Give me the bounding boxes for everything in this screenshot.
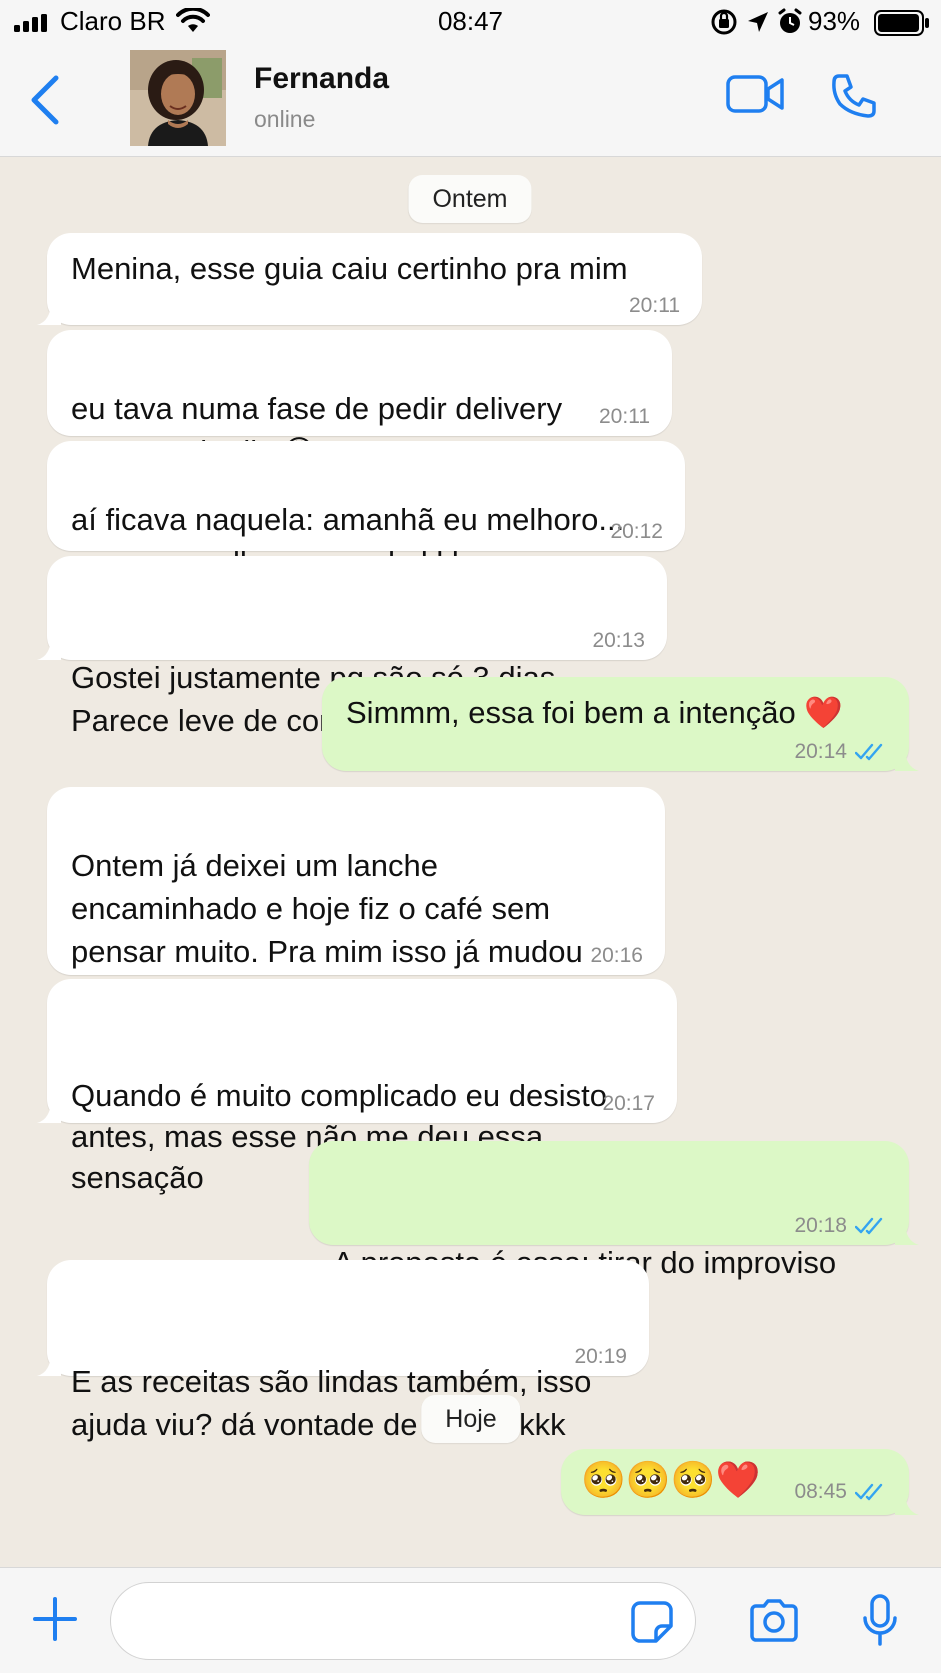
contact-status: online [254,106,316,132]
contact-name[interactable]: Fernanda [254,62,389,96]
message-bubble-incoming[interactable]: aí ficava naquela: amanhã eu melhoro... … [47,441,685,580]
bubble-tail [895,1221,919,1245]
message-bubble-incoming[interactable]: Gostei justamente pq são só 3 dias. Pare… [37,556,667,738]
orientation-lock-icon [711,9,737,35]
voice-call-button[interactable] [830,72,878,120]
video-call-button[interactable] [726,74,786,114]
plus-icon [33,1597,77,1641]
chat-area[interactable]: Ontem Menina, esse guia caiu certinho pr… [0,157,941,1567]
avatar[interactable] [130,50,226,146]
camera-button[interactable] [748,1598,800,1642]
message-time: 20:19 [574,1345,627,1368]
message-text: Menina, esse guia caiu certinho pra mim [71,251,628,286]
double-check-icon [855,1217,883,1235]
phone-icon [832,74,876,118]
message-bubble-outgoing[interactable]: A proposta é essa: tirar do improviso se… [309,1141,919,1323]
message-text: E as receitas são lindas também, isso aj… [71,1364,592,1442]
input-bar [0,1567,941,1673]
status-bar: Claro BR 08:47 93% [0,0,941,44]
bubble-tail [37,636,61,660]
message-time: 20:11 [599,405,650,428]
message-time: 20:12 [610,520,663,543]
microphone-button[interactable] [862,1594,898,1646]
back-button[interactable] [28,74,62,126]
message-bubble-incoming[interactable]: E as receitas são lindas também, isso aj… [37,1260,649,1442]
contact-photo [130,50,226,146]
message-text: Simmm, essa foi bem a intenção ❤️ [346,695,843,730]
chat-header: Fernanda online [0,44,941,157]
bubble-tail [37,301,61,325]
microphone-icon [863,1594,897,1646]
message-time: 20:16 [590,944,643,967]
battery-icon [874,10,929,36]
message-time: 20:13 [592,629,645,652]
sticker-icon [631,1601,673,1643]
message-bubble-outgoing[interactable]: 🥺🥺🥺❤️ 08:45 [561,1449,919,1515]
bubble-tail [37,1352,61,1376]
message-input[interactable] [110,1582,696,1660]
double-check-icon [855,1483,883,1501]
chevron-left-icon [31,75,59,125]
bubble-tail [895,747,919,771]
message-bubble-incoming[interactable]: Menina, esse guia caiu certinho pra mim … [37,233,702,325]
location-icon [748,12,768,32]
alarm-icon [778,8,802,33]
message-time: 08:45 [794,1480,847,1503]
message-time: 20:18 [794,1214,847,1237]
message-time: 20:17 [602,1092,655,1115]
message-bubble-incoming[interactable]: Ontem já deixei um lanche encaminhado e … [47,787,665,1012]
message-time: 20:14 [794,740,847,763]
bubble-tail [37,1099,61,1123]
sticker-button[interactable] [630,1600,674,1644]
message-bubble-incoming[interactable]: eu tava numa fase de pedir delivery quas… [47,330,672,469]
message-bubble-outgoing[interactable]: Simmm, essa foi bem a intenção ❤️ 20:14 [322,677,919,771]
battery-percent: 93% [808,6,861,36]
message-bubble-incoming[interactable]: Quando é muito complicado eu desisto ant… [37,979,677,1195]
day-separator-hoje: Hoje [421,1395,521,1443]
status-icons [711,8,802,35]
day-separator-ontem: Ontem [408,175,532,223]
message-time: 20:11 [629,294,680,317]
camera-icon [750,1599,798,1642]
video-camera-icon [726,75,784,113]
bubble-tail [895,1491,919,1515]
attach-button[interactable] [32,1596,78,1642]
double-check-icon [855,743,883,761]
